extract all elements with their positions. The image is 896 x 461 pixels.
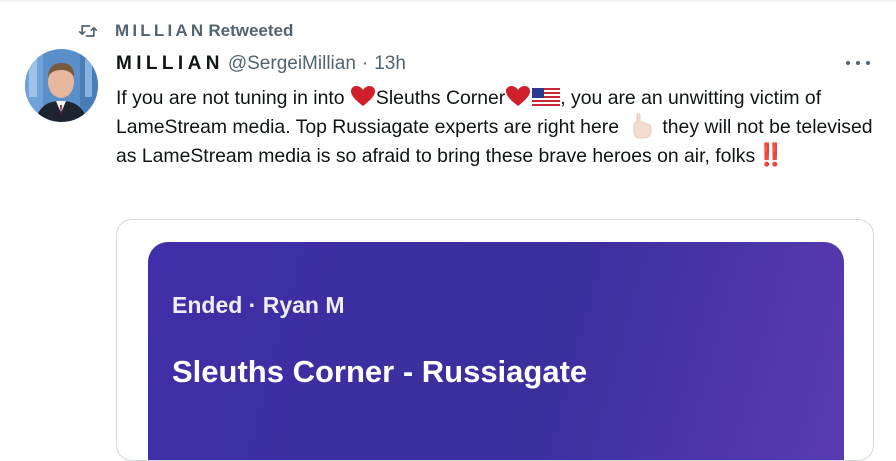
retweet-context: MILLIAN Retweeted: [78, 20, 293, 42]
author-handle[interactable]: @SergeiMillian: [228, 53, 356, 75]
space-status: Ended: [172, 292, 243, 318]
tweet-text-part-2: Sleuths Corner: [375, 87, 506, 109]
double-exclamation-icon: ‼️: [757, 142, 784, 167]
retweeted-label: Retweeted: [208, 21, 294, 40]
avatar-image: [25, 49, 98, 122]
more-dots-icon[interactable]: [846, 57, 870, 69]
tweet-header: MILLIAN @SergeiMillian · 13h: [116, 50, 406, 78]
space-card-container[interactable]: Ended · Ryan M Sleuths Corner - Russiaga…: [116, 219, 874, 461]
author-name[interactable]: MILLIAN: [116, 53, 224, 75]
tweet-text-part-1: If you are not tuning in into: [116, 87, 350, 109]
tweet-text: If you are not tuning in into Sleuths Co…: [116, 84, 876, 171]
space-title: Sleuths Corner - Russiagate: [172, 354, 588, 389]
avatar[interactable]: [25, 49, 98, 122]
header-separator: ·: [361, 53, 369, 74]
red-heart-icon: [506, 86, 531, 106]
red-heart-icon: [350, 86, 375, 106]
retweet-icon: [78, 25, 98, 37]
retweeter-name[interactable]: MILLIAN: [115, 21, 206, 41]
top-divider: [0, 0, 896, 2]
space-separator: ·: [248, 292, 257, 318]
us-flag-icon: [532, 88, 561, 106]
pointing-down-icon: [633, 112, 652, 138]
space-host: Ryan M: [262, 292, 345, 318]
tweet-timestamp[interactable]: 13h: [374, 53, 406, 75]
space-meta: Ended · Ryan M: [172, 292, 345, 319]
space-card[interactable]: Ended · Ryan M Sleuths Corner - Russiaga…: [148, 242, 844, 460]
